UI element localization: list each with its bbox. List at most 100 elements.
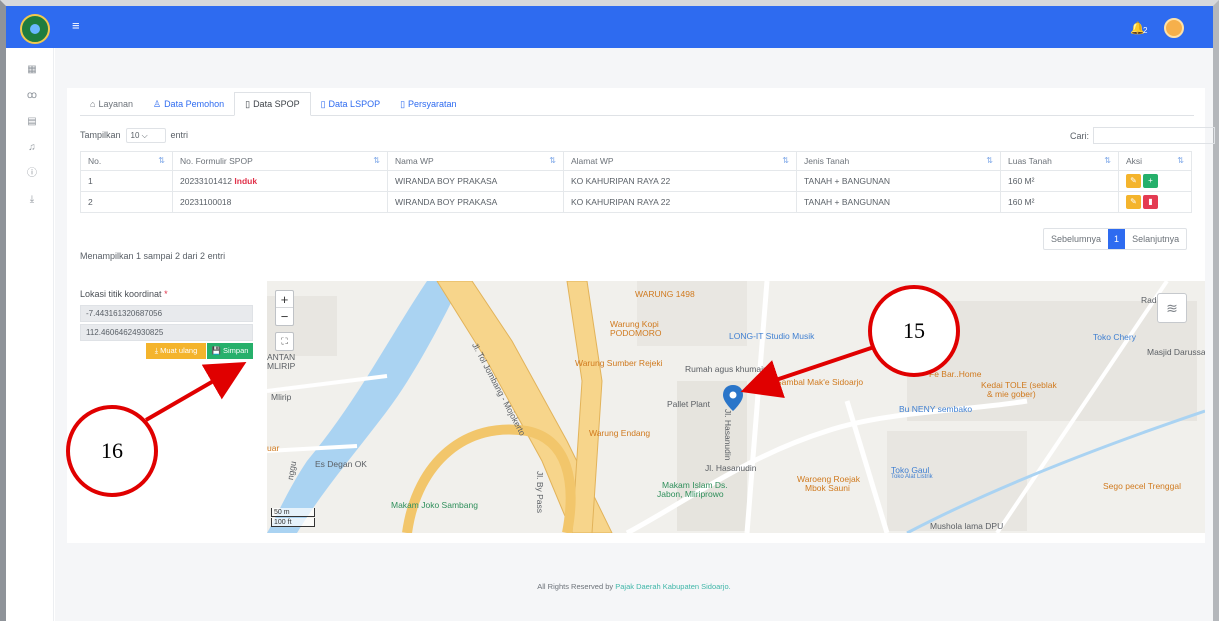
table-header-row: No. ⇅ No. Formulir SPOP ⇅ Nama WP ⇅ Alamat … bbox=[80, 151, 1192, 171]
zoom-out-button[interactable]: − bbox=[276, 308, 293, 325]
sort-icon: ⇅ bbox=[1177, 156, 1184, 165]
map-label: PODOMORO bbox=[610, 328, 662, 338]
dashboard-icon[interactable]: ▦ bbox=[26, 64, 38, 76]
latitude-field[interactable]: -7.443161320687056 bbox=[80, 305, 253, 322]
top-navbar: ≡ 🔔 2 bbox=[6, 6, 1213, 48]
tab-bar: ⌂ Layanan ♙ Data Pemohon ▯ Data SPOP ▯ D… bbox=[80, 92, 1194, 116]
show-label: Tampilkan bbox=[80, 130, 121, 140]
tab-label: Persyaratan bbox=[408, 99, 457, 109]
cell-no: 1 bbox=[80, 170, 173, 192]
table-info: Menampilkan 1 sampai 2 dari 2 entri bbox=[80, 251, 226, 261]
map-label: Sambal Mak'e Sidoarjo bbox=[776, 377, 864, 387]
search-input[interactable] bbox=[1093, 127, 1216, 144]
cell-luas: 160 M² bbox=[1000, 191, 1119, 213]
files-icon: ▯ bbox=[400, 99, 406, 109]
download-icon[interactable]: ⤓ bbox=[26, 194, 38, 206]
map-label: Jl. Hasanudin bbox=[723, 409, 733, 461]
sort-icon: ⇅ bbox=[373, 156, 380, 165]
map-label: Mushola lama DPU bbox=[930, 521, 1004, 531]
cell-luas: 160 M² bbox=[1000, 170, 1119, 192]
cell-alamat: KO KAHURIPAN RAYA 22 bbox=[563, 170, 797, 192]
tab-layanan[interactable]: ⌂ Layanan bbox=[80, 92, 143, 116]
scale-imperial: 100 ft bbox=[271, 518, 315, 527]
map-label: WARUNG 1498 bbox=[635, 289, 695, 299]
column-header[interactable]: No. Formulir SPOP ⇅ bbox=[172, 151, 388, 171]
user-icon: ♙ bbox=[152, 99, 162, 109]
map-label: Makam Joko Sambang bbox=[391, 500, 478, 510]
cell-formulir: 20231100018 bbox=[172, 191, 388, 213]
tab-label: Layanan bbox=[98, 99, 133, 109]
table-row: 2 20231100018 WIRANDA BOY PRAKASA KO KAH… bbox=[80, 191, 1192, 213]
fullscreen-icon[interactable]: ⛶ bbox=[275, 332, 294, 351]
document-icon: ▯ bbox=[245, 99, 251, 109]
map-label: uar bbox=[267, 443, 280, 453]
tab-persyaratan[interactable]: ▯ Persyaratan bbox=[390, 92, 466, 116]
table-row: 1 20233101412 Induk WIRANDA BOY PRAKASA … bbox=[80, 170, 1192, 192]
map-label: Mbok Sauni bbox=[805, 483, 850, 493]
hamburger-icon[interactable]: ≡ bbox=[72, 19, 86, 32]
column-header[interactable]: Aksi ⇅ bbox=[1118, 151, 1192, 171]
table-search: Cari: bbox=[1070, 127, 1216, 144]
cell-no: 2 bbox=[80, 191, 173, 213]
info-icon[interactable]: ⓘ bbox=[26, 168, 38, 180]
layers-icon[interactable]: ≋ bbox=[1157, 293, 1187, 323]
map-label: Pallet Plant bbox=[667, 399, 710, 409]
map-label: Rumah agus khumairoh bbox=[685, 364, 776, 374]
column-header[interactable]: No. ⇅ bbox=[80, 151, 173, 171]
cell-alamat: KO KAHURIPAN RAYA 22 bbox=[563, 191, 797, 213]
entries-label: entri bbox=[170, 130, 189, 140]
prev-page-button[interactable]: Sebelumnya bbox=[1044, 229, 1108, 249]
edit-button[interactable]: ✎ bbox=[1126, 174, 1141, 188]
edit-button[interactable]: ✎ bbox=[1126, 195, 1141, 209]
save-button[interactable]: 💾 Simpan bbox=[207, 343, 253, 359]
sort-icon: ⇅ bbox=[1104, 156, 1111, 165]
induk-badge: Induk bbox=[234, 176, 258, 186]
cell-jenis: TANAH + BANGUNAN bbox=[796, 170, 1001, 192]
footer-link[interactable]: Pajak Daerah Kabupaten Sidoarjo. bbox=[615, 582, 731, 591]
map-label: Toko Alat Listrik bbox=[891, 474, 933, 480]
cell-aksi: ✎ ▮ bbox=[1118, 191, 1192, 213]
footer-text: All Rights Reserved by bbox=[537, 582, 614, 591]
sort-icon: ⇅ bbox=[986, 156, 993, 165]
map-label: Es Degan OK bbox=[315, 459, 367, 469]
map-label: Jl. Hasanudin bbox=[705, 463, 757, 473]
tab-data-pemohon[interactable]: ♙ Data Pemohon bbox=[143, 92, 234, 116]
users-icon[interactable]: ꝏ bbox=[26, 90, 38, 102]
spop-table: No. ⇅ No. Formulir SPOP ⇅ Nama WP ⇅ Alamat … bbox=[80, 151, 1192, 213]
map-label: Warung Sumber Rejeki bbox=[575, 358, 663, 368]
tab-label: Data LSPOP bbox=[328, 99, 381, 109]
document-icon[interactable]: ▤ bbox=[26, 116, 38, 128]
search-label: Cari: bbox=[1070, 130, 1090, 141]
tab-data-spop[interactable]: ▯ Data SPOP bbox=[234, 92, 311, 116]
file-icon: ▯ bbox=[320, 99, 326, 109]
footer: All Rights Reserved by Pajak Daerah Kabu… bbox=[55, 582, 1213, 591]
map-view[interactable]: WARUNG 1498 Warung Kopi PODOMORO LONG-IT… bbox=[267, 281, 1205, 533]
column-header[interactable]: Luas Tanah ⇅ bbox=[1000, 151, 1119, 171]
column-header[interactable]: Nama WP ⇅ bbox=[387, 151, 564, 171]
current-page-button[interactable]: 1 bbox=[1108, 229, 1126, 249]
map-label: MLIRIP bbox=[267, 361, 296, 371]
longitude-field[interactable]: 112.46064624930825 bbox=[80, 324, 253, 341]
map-label: Mlirip bbox=[271, 392, 292, 402]
cell-formulir: 20233101412 Induk bbox=[172, 170, 388, 192]
avatar[interactable] bbox=[1164, 18, 1184, 38]
map-label: Rad bbox=[1141, 295, 1157, 305]
zoom-in-button[interactable]: + bbox=[276, 291, 293, 308]
reload-button[interactable]: ⤓ Muat ulang bbox=[146, 343, 206, 359]
tab-data-lspop[interactable]: ▯ Data LSPOP bbox=[311, 92, 390, 116]
map-roads bbox=[267, 281, 1205, 533]
column-header[interactable]: Alamat WP ⇅ bbox=[563, 151, 797, 171]
column-header[interactable]: Jenis Tanah ⇅ bbox=[796, 151, 1001, 171]
delete-button[interactable]: ▮ bbox=[1143, 195, 1158, 209]
map-label: Sego pecel Trenggal bbox=[1103, 481, 1181, 491]
map-label: Jabon, Mliriprowo bbox=[657, 489, 724, 499]
sort-icon: ⇅ bbox=[782, 156, 789, 165]
cell-nama: WIRANDA BOY PRAKASA bbox=[387, 170, 564, 192]
add-button[interactable]: + bbox=[1143, 174, 1158, 188]
page-length-select[interactable]: 10 ⌵ bbox=[125, 127, 166, 143]
sidebar: ▦ ꝏ ▤ ♫ ⓘ ⤓ bbox=[6, 48, 54, 621]
bell-icon[interactable]: ♫ bbox=[26, 142, 38, 154]
map-label: Jl. By Pass bbox=[535, 471, 545, 514]
pagination: Sebelumnya 1 Selanjutnya bbox=[1043, 228, 1188, 250]
next-page-button[interactable]: Selanjutnya bbox=[1125, 229, 1186, 249]
